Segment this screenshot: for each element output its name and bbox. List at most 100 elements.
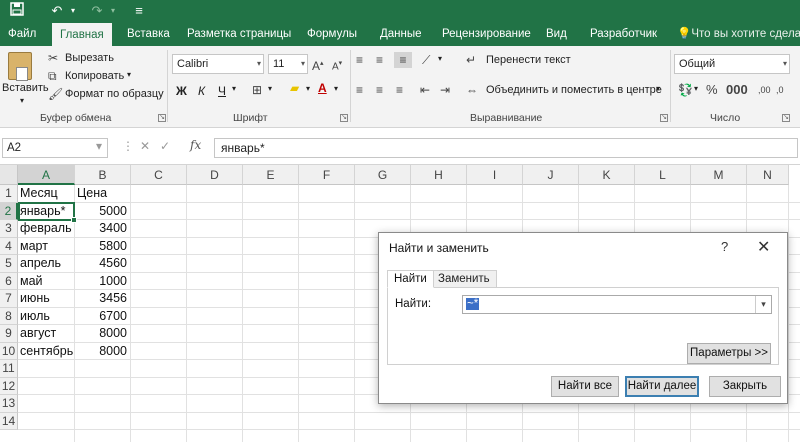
row-header-8[interactable]: 8 [0,307,18,325]
cell-b1[interactable]: Цена [77,185,107,202]
merge-dropdown-icon[interactable]: ▾ [656,84,660,93]
cell-b4[interactable]: 5800 [75,238,127,255]
cell-a9[interactable]: август [20,325,56,342]
alignment-launcher-icon[interactable]: ↘ [660,114,668,122]
italic-button[interactable]: К [198,84,205,98]
cell-a1[interactable]: Месяц [20,185,58,202]
percent-icon[interactable]: % [706,82,718,98]
font-color-icon[interactable]: A [318,80,327,96]
cell-b2[interactable]: 5000 [75,203,127,220]
tab-page-layout[interactable]: Разметка страницы [187,22,291,46]
column-header-f[interactable]: F [299,165,355,185]
column-header-g[interactable]: G [355,165,411,185]
merge-center-button[interactable]: Объединить и поместить в центре [486,84,662,96]
row-header-5[interactable]: 5 [0,255,18,273]
row-header-13[interactable]: 13 [0,395,18,413]
row-header-3[interactable]: 3 [0,220,18,238]
cell-b8[interactable]: 6700 [75,308,127,325]
chevron-down-icon[interactable]: ▾ [755,296,771,313]
merge-center-icon[interactable]: ⇔ [466,82,478,98]
fill-handle[interactable] [71,217,77,223]
increase-decimal-icon[interactable]: ,00 [758,82,771,98]
cut-button[interactable]: Вырезать [65,52,114,64]
clipboard-launcher-icon[interactable]: ↘ [158,114,166,122]
insert-function-button[interactable]: fx [190,138,201,152]
tab-insert[interactable]: Вставка [127,22,170,46]
tab-developer[interactable]: Разработчик [590,22,657,46]
find-next-button[interactable]: Найти далее [625,376,699,397]
close-button[interactable]: Закрыть [709,376,781,397]
cell-b3[interactable]: 3400 [75,220,127,237]
scissors-icon[interactable]: ✂ [48,50,58,66]
currency-dropdown-icon[interactable]: ▾ [694,84,698,93]
fill-dropdown-icon[interactable]: ▾ [306,84,310,93]
underline-button[interactable]: Ч [218,84,226,98]
column-header-h[interactable]: H [411,165,467,185]
wrap-text-icon[interactable]: ↵ [466,52,476,68]
format-painter-icon[interactable]: 🖌 [48,86,63,102]
font-launcher-icon[interactable]: ↘ [340,114,348,122]
tab-file[interactable]: Файл [8,22,36,46]
tab-review[interactable]: Рецензирование [442,22,531,46]
copy-dropdown-icon[interactable]: ▾ [127,70,131,79]
fill-color-icon[interactable]: ▰ [290,80,299,96]
cell-b9[interactable]: 8000 [75,325,127,342]
row-header-4[interactable]: 4 [0,237,18,255]
tab-formulas[interactable]: Формулы [307,22,357,46]
font-name-combo[interactable]: Calibri ▾ [172,54,264,74]
cell-a7[interactable]: июнь [20,290,50,307]
cell-a4[interactable]: март [20,238,48,255]
orientation-dropdown-icon[interactable]: ▾ [438,54,442,63]
row-header-1[interactable]: 1 [0,185,18,203]
align-middle-icon[interactable]: ≡ [376,52,383,68]
undo-dropdown-icon[interactable]: ▾ [64,2,82,20]
cell-a8[interactable]: июль [20,308,50,325]
find-all-button[interactable]: Найти все [551,376,619,397]
copy-button[interactable]: Копировать [65,70,124,82]
column-header-n[interactable]: N [747,165,789,185]
paste-button[interactable]: Вставить [2,82,49,94]
row-header-7[interactable]: 7 [0,290,18,308]
tab-view[interactable]: Вид [546,22,567,46]
decrease-indent-icon[interactable]: ⇤ [420,82,430,98]
cancel-icon[interactable]: ✕ [140,139,150,153]
tab-home[interactable]: Главная [52,22,112,46]
cell-a5[interactable]: апрель [20,255,61,272]
cell-b5[interactable]: 4560 [75,255,127,272]
number-format-combo[interactable]: Общий ▾ [674,54,790,74]
help-icon[interactable]: ? [721,239,728,254]
cell-b7[interactable]: 3456 [75,290,127,307]
align-left-icon[interactable]: ≡ [356,82,363,98]
column-header-l[interactable]: L [635,165,691,185]
cell-a3[interactable]: февраль [20,220,72,237]
orientation-icon[interactable]: ⟋ [422,52,430,68]
row-header-9[interactable]: 9 [0,325,18,343]
paste-dropdown-icon[interactable]: ▾ [20,96,24,105]
name-box-dropdown-icon[interactable]: ▾ [96,139,102,153]
column-header-k[interactable]: K [579,165,635,185]
column-header-c[interactable]: C [131,165,187,185]
column-header-j[interactable]: J [523,165,579,185]
row-header-12[interactable]: 12 [0,377,18,395]
align-center-icon[interactable]: ≡ [376,82,383,98]
name-box[interactable]: A2 [2,138,108,158]
column-header-i[interactable]: I [467,165,523,185]
cell-a10[interactable]: сентябрь [20,343,73,360]
column-header-a[interactable]: A [18,165,75,185]
enter-icon[interactable]: ✓ [160,139,170,153]
row-header-10[interactable]: 10 [0,342,18,360]
cell-b6[interactable]: 1000 [75,273,127,290]
increase-font-icon[interactable]: A▴ [312,56,324,74]
underline-dropdown-icon[interactable]: ▾ [232,84,236,93]
column-header-d[interactable]: D [187,165,243,185]
find-input[interactable]: ~* ▾ [462,295,772,314]
column-header-m[interactable]: M [691,165,747,185]
borders-icon[interactable]: ⊞ [252,82,262,98]
copy-icon[interactable]: ⧉ [48,68,57,84]
align-right-icon[interactable]: ≡ [396,82,403,98]
decrease-decimal-icon[interactable]: ,0 [776,82,784,98]
row-header-6[interactable]: 6 [0,272,18,290]
font-size-combo[interactable]: 11 ▾ [268,54,308,74]
formula-input[interactable]: январь* [214,138,798,158]
select-all-corner[interactable] [0,165,18,185]
